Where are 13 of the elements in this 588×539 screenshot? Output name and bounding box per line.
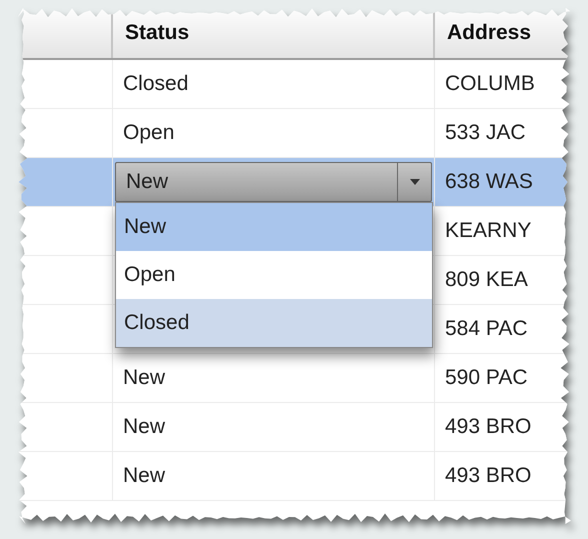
table-cell: New (113, 403, 435, 451)
table-cell: KEARNY (435, 207, 571, 255)
table-cell: 590 PAC (435, 354, 571, 402)
table-cell: 493 BRO (435, 403, 571, 451)
table-cell: 809 KEA (435, 256, 571, 304)
table-cell: 493 BRO (435, 452, 571, 500)
table-cell: New (113, 354, 435, 402)
table-cell: Closed (113, 60, 435, 108)
table-cell: 533 JAC (435, 109, 571, 157)
table-cell: 638 WAS (435, 158, 571, 206)
table-cell: Open (113, 109, 435, 157)
table-cell: New (113, 452, 435, 500)
table-cell: COLUMB (435, 60, 571, 108)
